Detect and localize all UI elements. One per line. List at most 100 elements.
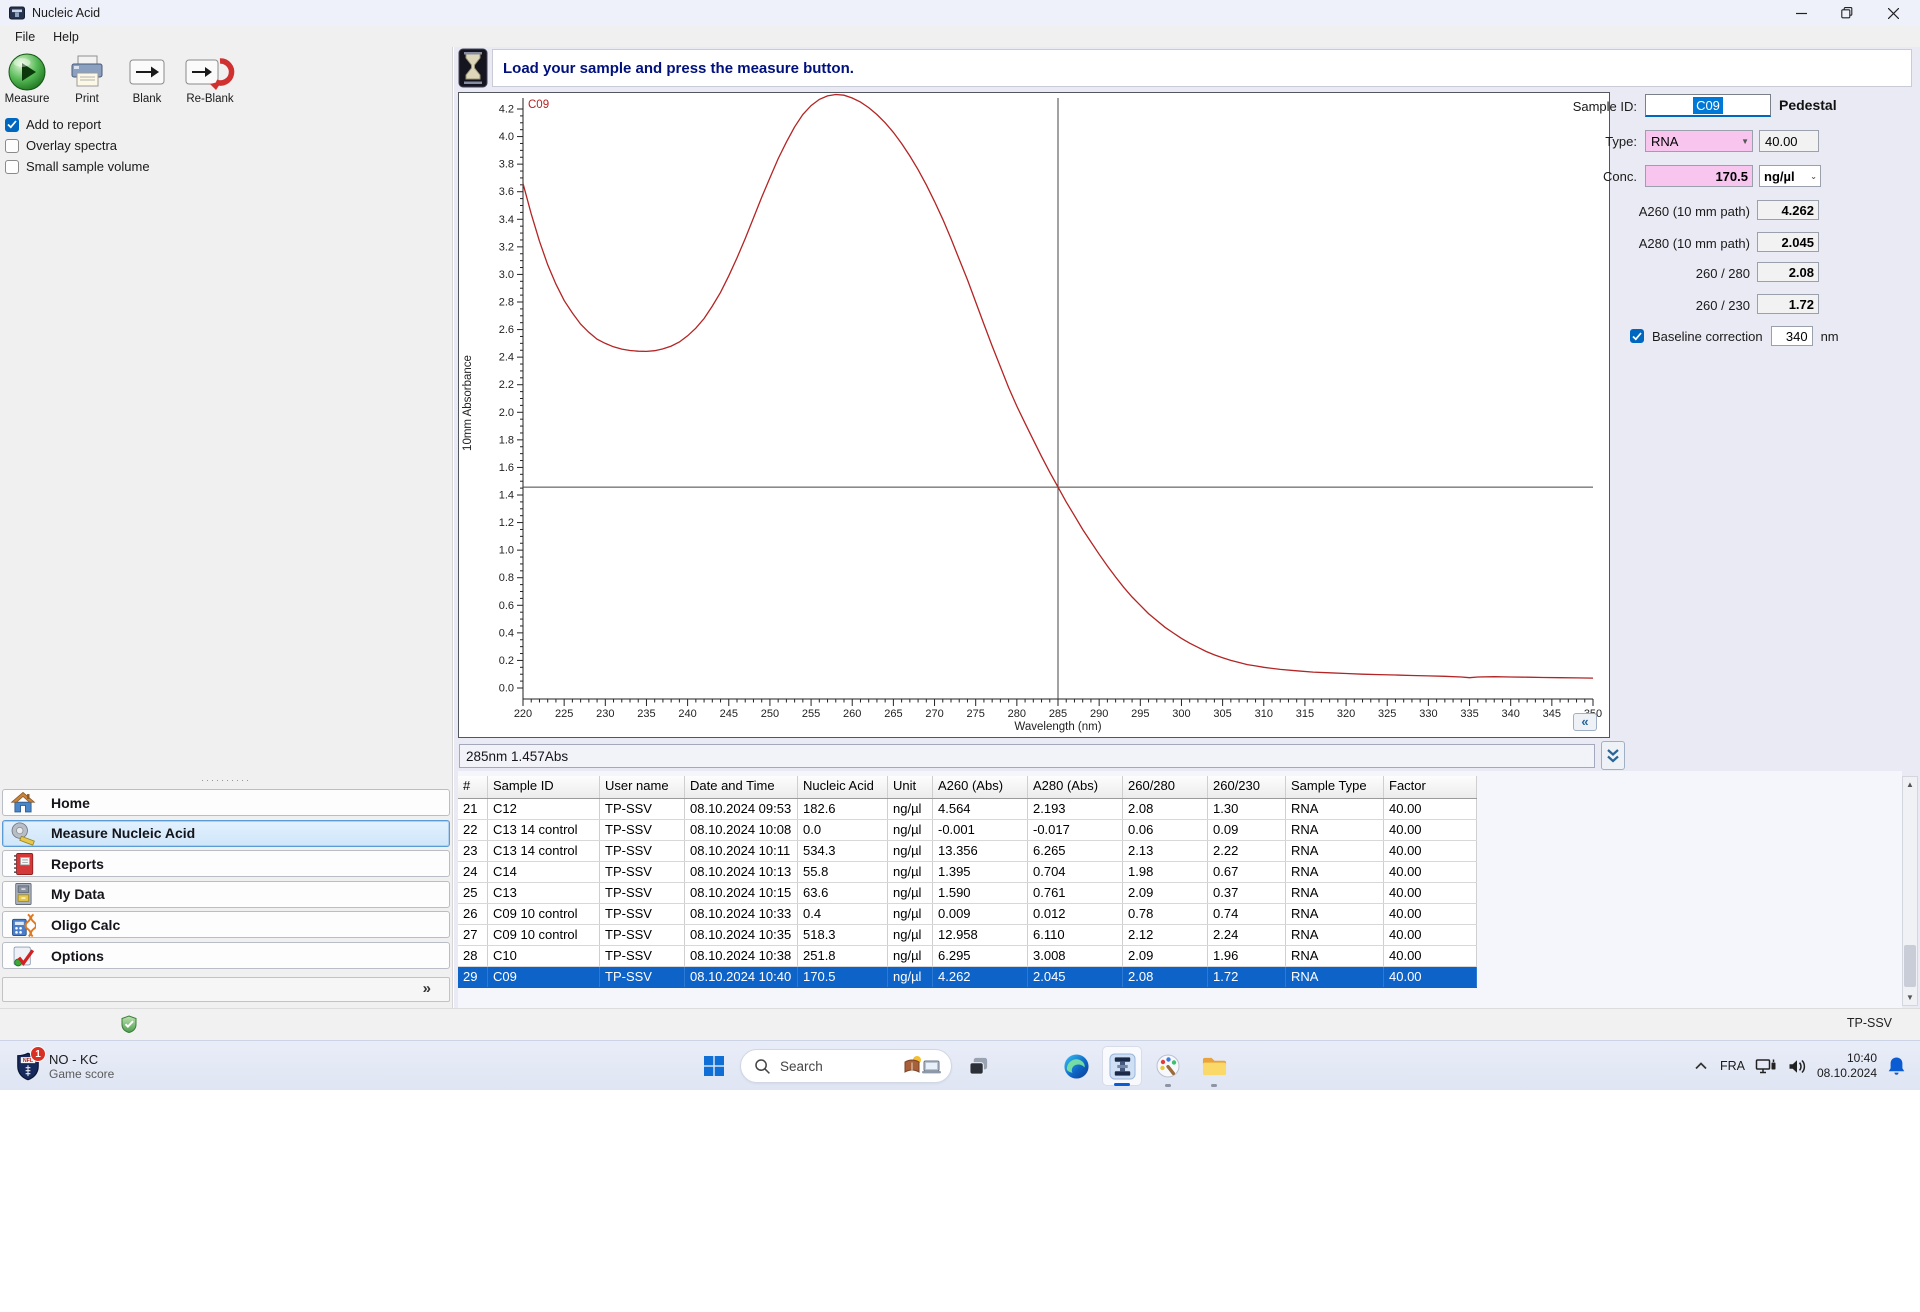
minimize-button[interactable] — [1778, 0, 1824, 26]
table-row[interactable]: 25 C13 TP-SSV 08.10.2024 10:15 63.6 ng/µl 1.59… — [458, 883, 1477, 904]
taskbar-clock[interactable]: 10:40 08.10.2024 — [1817, 1051, 1877, 1081]
close-button[interactable] — [1870, 0, 1916, 26]
network-icon[interactable] — [1755, 1057, 1777, 1075]
scrollbar-thumb[interactable] — [1904, 945, 1916, 987]
column-header[interactable]: A280 (Abs) — [1028, 776, 1123, 798]
svg-text:280: 280 — [1008, 708, 1026, 720]
column-header[interactable]: Date and Time — [685, 776, 798, 798]
table-cell: 6.110 — [1028, 925, 1123, 945]
notification-bell-icon[interactable] — [1887, 1056, 1906, 1076]
table-row[interactable]: 26 C09 10 control TP-SSV 08.10.2024 10:33 0.… — [458, 904, 1477, 925]
task-view-button[interactable] — [958, 1046, 998, 1086]
table-cell: TP-SSV — [600, 925, 685, 945]
paint-app-button[interactable] — [1148, 1046, 1188, 1087]
baseline-wavelength-input[interactable]: 340 — [1770, 326, 1813, 346]
table-row[interactable]: 27 C09 10 control TP-SSV 08.10.2024 10:35 51… — [458, 925, 1477, 946]
svg-text:275: 275 — [967, 708, 985, 720]
svg-text:330: 330 — [1419, 708, 1437, 720]
ratio-260-230-value: 1.72 — [1757, 294, 1819, 314]
print-button[interactable]: Print — [62, 52, 112, 105]
unit-dropdown[interactable]: ng/µl ⌄ — [1759, 165, 1821, 187]
type-dropdown[interactable]: RNA ▼ — [1645, 130, 1753, 152]
baseline-checkbox[interactable] — [1630, 329, 1644, 343]
menu-file[interactable]: File — [6, 28, 44, 46]
edge-browser-button[interactable] — [1056, 1046, 1096, 1086]
start-button[interactable] — [694, 1046, 734, 1086]
table-row[interactable]: 22 C13 14 control TP-SSV 08.10.2024 10:08 0.… — [458, 820, 1477, 841]
sidebar-item-reports[interactable]: Reports — [2, 850, 450, 878]
language-indicator[interactable]: FRA — [1720, 1059, 1745, 1073]
column-header[interactable]: Unit — [888, 776, 933, 798]
search-label: Search — [780, 1058, 823, 1074]
widgets-button[interactable]: NFL 1 NO - KC Game score — [8, 1045, 122, 1087]
sidebar-item-oligo-calc[interactable]: Oligo Calc — [2, 911, 450, 939]
table-cell: 40.00 — [1384, 820, 1477, 840]
menu-help[interactable]: Help — [44, 28, 88, 46]
table-cell: 40.00 — [1384, 799, 1477, 819]
table-row[interactable]: 24 C14 TP-SSV 08.10.2024 10:13 55.8 ng/µl 1.39… — [458, 862, 1477, 883]
column-header[interactable]: Factor — [1384, 776, 1477, 798]
column-header[interactable]: # — [458, 776, 488, 798]
table-cell: 2.08 — [1123, 967, 1208, 987]
chevron-down-icon: ▼ — [1741, 136, 1749, 146]
table-cell: C13 14 control — [488, 841, 600, 861]
sidebar-item-options[interactable]: Options — [2, 942, 450, 969]
svg-text:0.6: 0.6 — [499, 600, 514, 612]
table-cell: RNA — [1286, 799, 1384, 819]
table-row[interactable]: 23 C13 14 control TP-SSV 08.10.2024 10:11 53… — [458, 841, 1477, 862]
table-cell: 2.22 — [1208, 841, 1286, 861]
sidebar-item-home[interactable]: Home — [2, 789, 450, 816]
svg-text:2.2: 2.2 — [499, 379, 514, 391]
table-cell: 0.37 — [1208, 883, 1286, 903]
scroll-down-icon[interactable]: ▼ — [1903, 990, 1917, 1005]
column-header[interactable]: Sample Type — [1286, 776, 1384, 798]
blank-button[interactable]: Blank — [122, 52, 172, 105]
nfl-widget-icon: NFL 1 — [16, 1045, 46, 1081]
chevron-left-double-icon[interactable]: « — [1573, 713, 1597, 731]
status-user: TP-SSV — [1846, 1016, 1892, 1030]
svg-text:260: 260 — [843, 708, 861, 720]
table-cell: C09 10 control — [488, 925, 600, 945]
nucleic-acid-app-button[interactable] — [1102, 1046, 1142, 1086]
table-cell: TP-SSV — [600, 841, 685, 861]
table-cell: 0.012 — [1028, 904, 1123, 924]
table-cell: RNA — [1286, 925, 1384, 945]
tray-chevron-up-icon[interactable] — [1692, 1059, 1710, 1073]
reblank-button[interactable]: Re-Blank — [182, 52, 238, 105]
table-cell: 1.395 — [933, 862, 1028, 882]
svg-text:2.4: 2.4 — [499, 352, 514, 364]
sidebar-item-my-data[interactable]: My Data — [2, 880, 450, 908]
sample-id-input[interactable]: C09 — [1645, 94, 1771, 117]
table-row[interactable]: 28 C10 TP-SSV 08.10.2024 10:38 251.8 ng/µl 6.2… — [458, 946, 1477, 967]
volume-icon[interactable] — [1787, 1058, 1807, 1075]
checkbox-overlay-spectra[interactable]: Overlay spectra — [5, 138, 117, 153]
chevrons-right-icon[interactable]: » — [423, 980, 431, 997]
table-cell: C09 10 control — [488, 904, 600, 924]
sidebar-item-label: Home — [51, 794, 90, 811]
absorbance-chart[interactable]: 220 225 230 235 240 245 250 255 260 265 270 275 280 2… — [459, 93, 1609, 737]
column-header[interactable]: 260/280 — [1123, 776, 1208, 798]
file-explorer-button[interactable] — [1194, 1046, 1234, 1087]
restore-button[interactable] — [1824, 0, 1870, 26]
table-scrollbar[interactable]: ▲ ▼ — [1902, 776, 1918, 1006]
column-header[interactable]: Nucleic Acid — [798, 776, 888, 798]
chevron-down-double-icon[interactable] — [1601, 741, 1625, 770]
ratio-260-280-value: 2.08 — [1757, 262, 1819, 282]
sidebar-item-measure-nucleic-acid[interactable]: Measure Nucleic Acid — [2, 819, 450, 847]
column-header[interactable]: User name — [600, 776, 685, 798]
svg-text:290: 290 — [1090, 708, 1108, 720]
svg-text:10mm Absorbance: 10mm Absorbance — [462, 355, 474, 451]
column-header[interactable]: A260 (Abs) — [933, 776, 1028, 798]
column-header[interactable]: 260/230 — [1208, 776, 1286, 798]
checkbox-small-sample-volume[interactable]: Small sample volume — [5, 159, 150, 174]
table-row[interactable]: 29 C09 TP-SSV 08.10.2024 10:40 170.5 ng/µl 4.2… — [458, 967, 1477, 988]
search-box[interactable]: Search — [740, 1049, 952, 1083]
table-cell: 24 — [458, 862, 488, 882]
column-header[interactable]: Sample ID — [488, 776, 600, 798]
scroll-up-icon[interactable]: ▲ — [1903, 777, 1917, 792]
table-cell: 22 — [458, 820, 488, 840]
checkbox-add-to-report[interactable]: Add to report — [5, 117, 101, 132]
splitter-handle[interactable]: ·········· — [0, 776, 452, 785]
measure-button[interactable]: Measure — [2, 52, 52, 105]
table-row[interactable]: 21 C12 TP-SSV 08.10.2024 09:53 182.6 ng/µl 4.5… — [458, 799, 1477, 820]
